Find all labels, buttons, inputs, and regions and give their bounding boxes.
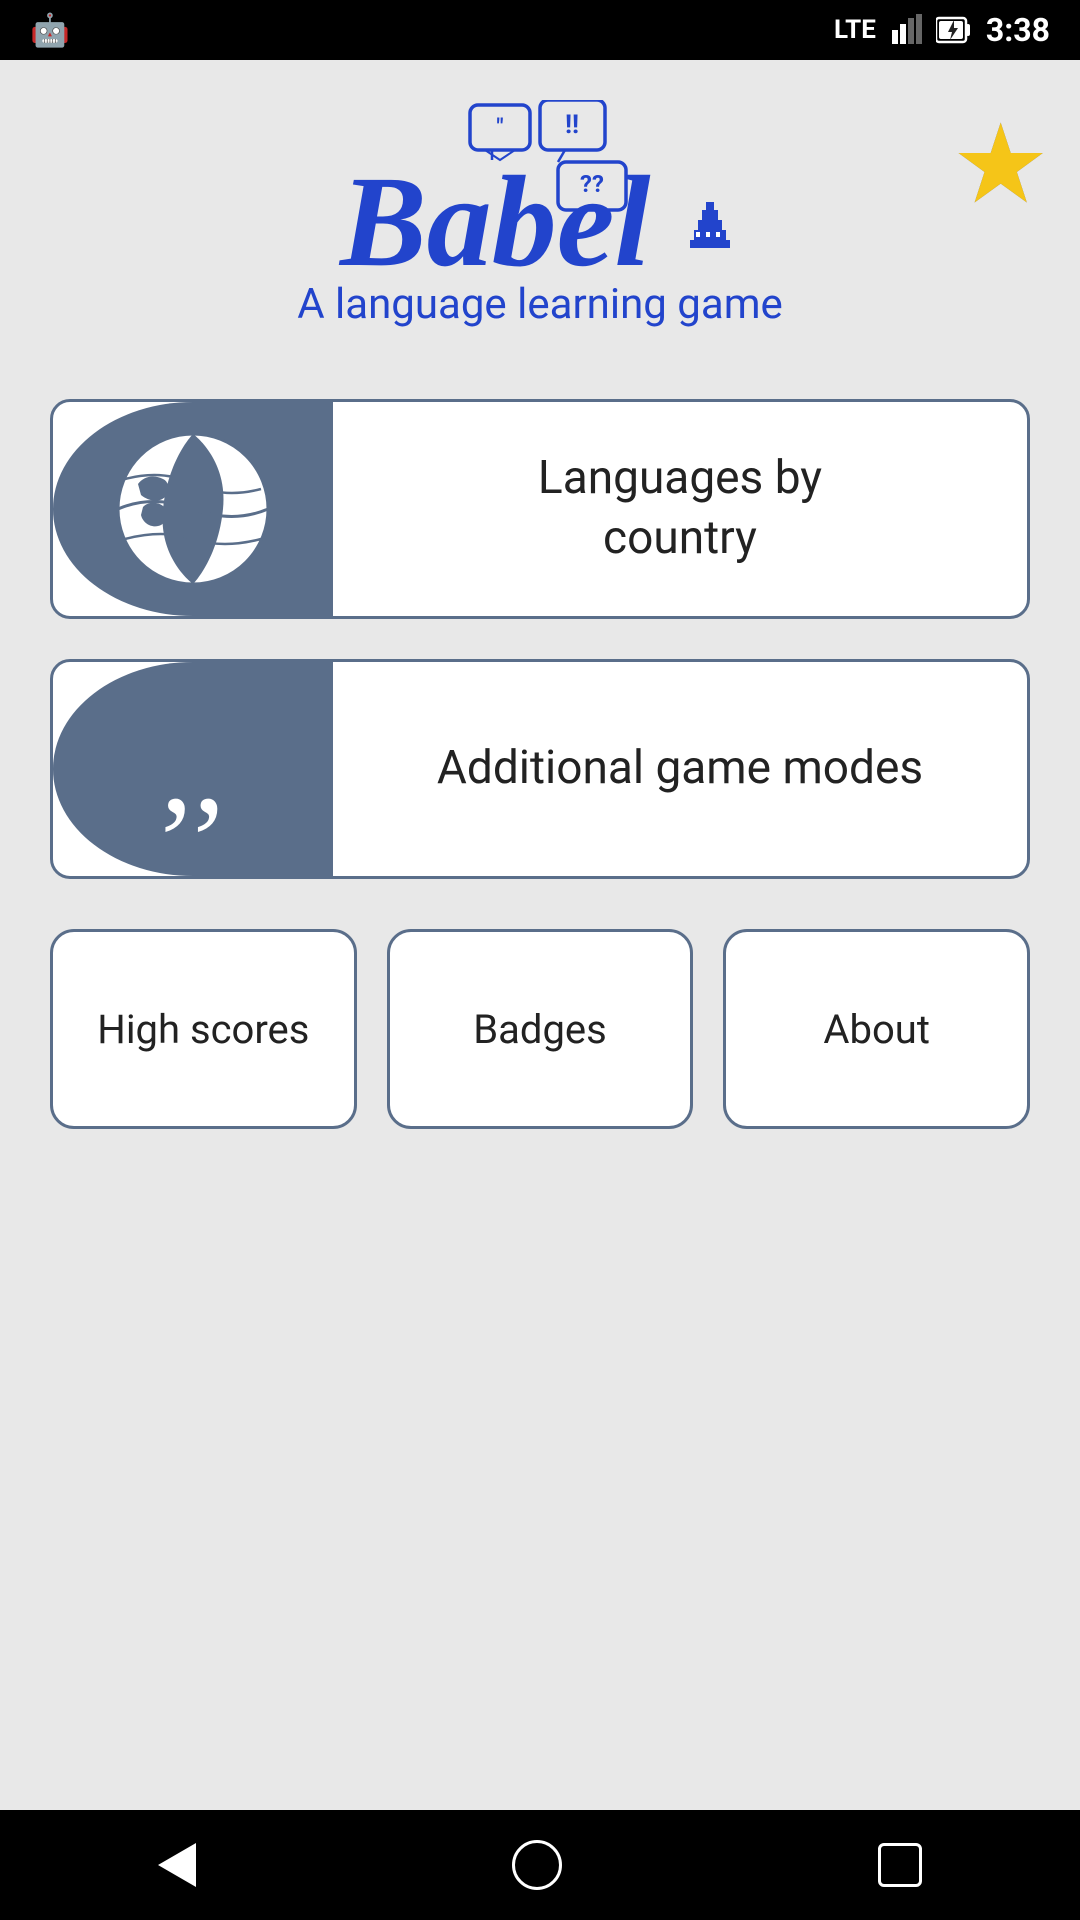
app-subtitle: A language learning game [297,280,783,329]
battery-icon [936,14,972,46]
badges-label: Badges [473,1006,607,1053]
languages-by-country-label: Languages bycountry [333,449,1027,569]
notification-icon: 🤖 [30,11,70,49]
main-content: " !! ?? Babel [0,60,1080,1810]
about-button[interactable]: About [723,929,1030,1129]
lte-indicator: LTE [834,15,876,45]
status-bar: 🤖 LTE 3:38 [0,0,1080,60]
quote-marks-icon: ,, [161,724,226,815]
status-time: 3:38 [986,11,1050,49]
logo-area: " !! ?? Babel [297,100,783,369]
navigation-bar [0,1810,1080,1920]
svg-text:Babel: Babel [338,150,651,280]
high-scores-label: High scores [97,1006,309,1053]
svg-text:!!: !! [565,110,579,140]
home-icon [512,1840,562,1890]
globe-icon [113,429,273,589]
globe-icon-container [53,402,333,616]
signal-icon [890,14,922,46]
bottom-buttons: High scores Badges About [50,929,1030,1129]
svg-text:": " [496,115,503,140]
back-button[interactable] [158,1843,196,1887]
quote-icon-container: ,, [53,662,333,876]
additional-game-modes-button[interactable]: ,, Additional game modes [50,659,1030,879]
languages-by-country-button[interactable]: Languages bycountry [50,399,1030,619]
babel-logo: " !! ?? Babel [330,100,750,280]
back-icon [158,1843,196,1887]
badges-button[interactable]: Badges [387,929,694,1129]
additional-game-modes-label: Additional game modes [333,739,1027,799]
about-label: About [823,1006,930,1053]
recent-apps-icon [878,1843,922,1887]
header: " !! ?? Babel [30,100,1050,369]
high-scores-button[interactable]: High scores [50,929,357,1129]
home-button[interactable] [512,1840,562,1890]
star-icon[interactable]: ★ [951,110,1050,220]
recent-apps-button[interactable] [878,1843,922,1887]
